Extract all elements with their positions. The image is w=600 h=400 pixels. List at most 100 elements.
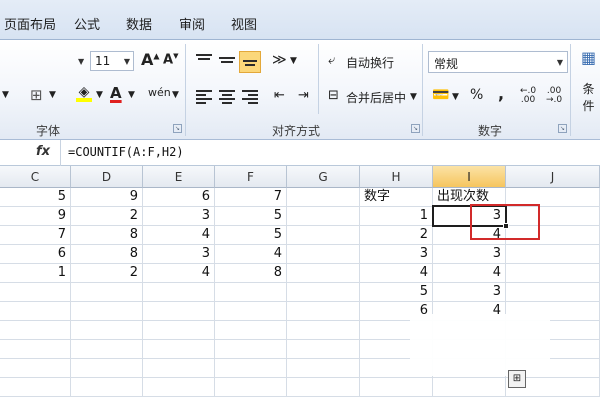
cell[interactable]: 5 — [0, 188, 71, 207]
cell[interactable] — [287, 188, 360, 207]
comma-button[interactable]: , — [498, 84, 504, 103]
cell[interactable]: 2 — [71, 264, 143, 283]
cell[interactable] — [287, 207, 360, 226]
number-dialog-launcher-icon[interactable]: ↘ — [558, 124, 567, 133]
empty-cell[interactable] — [143, 340, 215, 359]
wrap-text-icon[interactable]: ⤶ — [328, 53, 335, 68]
chevron-down-icon[interactable]: ▼ — [172, 90, 179, 100]
column-header-c[interactable]: C — [0, 166, 71, 188]
borders-icon[interactable]: ⊞ — [30, 86, 43, 104]
font-name-dropdown-arrow[interactable]: ▼ — [78, 57, 84, 66]
chevron-down-icon[interactable]: ▼ — [128, 90, 135, 100]
cell[interactable]: 3 — [143, 207, 215, 226]
empty-cell[interactable] — [287, 359, 360, 378]
empty-cell[interactable] — [0, 321, 71, 340]
empty-cell[interactable] — [287, 321, 360, 340]
tab-formulas[interactable]: 公式 — [70, 12, 104, 35]
cell[interactable]: 4 — [433, 264, 506, 283]
chevron-down-icon[interactable]: ▼ — [49, 90, 56, 100]
cell[interactable]: 3 — [433, 245, 506, 264]
empty-cell[interactable] — [287, 340, 360, 359]
align-bottom-icon[interactable] — [239, 51, 261, 73]
cell[interactable]: 4 — [143, 264, 215, 283]
column-header-e[interactable]: E — [143, 166, 215, 188]
cell[interactable]: 9 — [71, 188, 143, 207]
empty-cell[interactable] — [0, 340, 71, 359]
cell[interactable]: 8 — [71, 226, 143, 245]
wrap-text-button[interactable]: 自动换行 — [346, 54, 394, 71]
merge-center-button[interactable]: 合并后居中 — [346, 89, 406, 106]
cell[interactable]: 5 — [215, 226, 287, 245]
increase-decimal-icon[interactable]: ←.0.00 — [520, 87, 536, 105]
empty-cell[interactable] — [143, 321, 215, 340]
empty-cell[interactable] — [215, 378, 287, 397]
header-cell-number[interactable]: 数字 — [360, 188, 433, 207]
cell[interactable]: 3 — [433, 283, 506, 302]
tab-review[interactable]: 审阅 — [175, 12, 209, 35]
percent-button[interactable]: % — [470, 87, 483, 103]
cell[interactable]: 4 — [360, 264, 433, 283]
cell[interactable]: 6 — [143, 188, 215, 207]
align-middle-icon[interactable] — [219, 57, 235, 71]
empty-cell[interactable] — [287, 378, 360, 397]
cell[interactable] — [287, 302, 360, 321]
conditional-format-label[interactable]: 条件 — [577, 80, 600, 114]
empty-cell[interactable] — [0, 359, 71, 378]
cell[interactable] — [215, 302, 287, 321]
cell[interactable] — [506, 264, 600, 283]
cell[interactable]: 3 — [143, 245, 215, 264]
column-header-i[interactable]: I — [433, 166, 506, 188]
decrease-indent-icon[interactable]: ⇤ — [274, 88, 285, 103]
chevron-down-icon[interactable]: ▼ — [410, 92, 417, 102]
align-right-icon[interactable] — [242, 90, 258, 104]
cell[interactable]: 5 — [360, 283, 433, 302]
cell[interactable]: 8 — [215, 264, 287, 283]
font-color-button[interactable]: A — [110, 84, 122, 102]
empty-cell[interactable] — [215, 321, 287, 340]
font-dialog-launcher-icon[interactable]: ↘ — [173, 124, 182, 133]
font-size-field[interactable]: 11 ▼ — [90, 51, 134, 71]
empty-cell[interactable] — [71, 321, 143, 340]
cell[interactable]: 4 — [143, 226, 215, 245]
cell[interactable]: 2 — [71, 207, 143, 226]
cell[interactable]: 4 — [215, 245, 287, 264]
empty-cell[interactable] — [215, 340, 287, 359]
align-top-icon[interactable] — [196, 54, 212, 68]
column-header-g[interactable]: G — [287, 166, 360, 188]
orientation-icon[interactable]: ≫ — [272, 52, 287, 68]
empty-cell[interactable] — [433, 378, 506, 397]
empty-cell[interactable] — [143, 359, 215, 378]
empty-cell[interactable] — [71, 359, 143, 378]
cell[interactable] — [0, 283, 71, 302]
fill-color-icon[interactable]: ◈ — [76, 84, 92, 102]
empty-cell[interactable] — [360, 378, 433, 397]
chevron-down-icon[interactable]: ▼ — [452, 92, 459, 102]
cell[interactable] — [506, 283, 600, 302]
number-format-dropdown[interactable]: 常规 ▼ — [428, 51, 568, 73]
decrease-decimal-icon[interactable]: .00 →.0 — [546, 87, 562, 105]
cell[interactable] — [287, 264, 360, 283]
empty-cell[interactable] — [143, 378, 215, 397]
cell[interactable]: 6 — [0, 245, 71, 264]
formula-input[interactable]: =COUNTIF(A:F,H2) — [68, 145, 184, 159]
cell[interactable]: 8 — [71, 245, 143, 264]
tab-page-layout[interactable]: 页面布局 — [0, 12, 60, 35]
tab-data[interactable]: 数据 — [122, 12, 156, 35]
shrink-font-button[interactable]: A▼ — [163, 52, 178, 67]
tab-view[interactable]: 视图 — [227, 12, 261, 35]
column-header-h[interactable]: H — [360, 166, 433, 188]
empty-cell[interactable] — [71, 340, 143, 359]
cell[interactable] — [506, 245, 600, 264]
empty-cell[interactable] — [215, 359, 287, 378]
cell[interactable]: 2 — [360, 226, 433, 245]
empty-cell[interactable] — [71, 378, 143, 397]
cell[interactable] — [71, 283, 143, 302]
worksheet-grid[interactable]: 5 9 6 7 数字 出现次数 9 2 3 5 1 3 7 8 4 5 2 4 … — [0, 188, 600, 400]
align-left-icon[interactable] — [196, 90, 212, 104]
cell[interactable]: 3 — [360, 245, 433, 264]
column-header-f[interactable]: F — [215, 166, 287, 188]
cell[interactable]: 1 — [0, 264, 71, 283]
cell[interactable]: 5 — [215, 207, 287, 226]
alignment-dialog-launcher-icon[interactable]: ↘ — [411, 124, 420, 133]
cell[interactable] — [287, 283, 360, 302]
